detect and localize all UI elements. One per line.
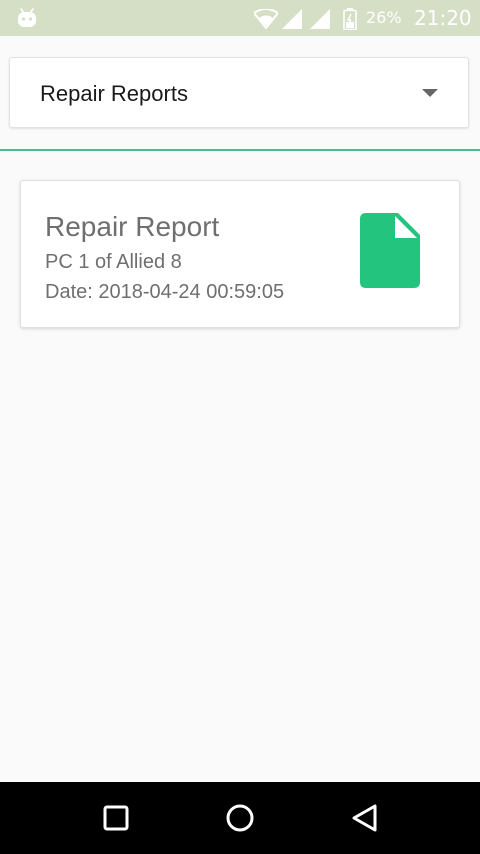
back-button[interactable]: [346, 799, 384, 837]
accent-divider: [0, 149, 480, 151]
signal-icon: [310, 9, 330, 29]
battery-percent: 26%: [366, 8, 402, 27]
home-button[interactable]: [221, 799, 259, 837]
spinner-selected-value: Repair Reports: [40, 81, 188, 106]
status-bar-clock: 21:20: [414, 6, 472, 30]
navigation-bar: [0, 782, 480, 854]
card-title: Repair Report: [45, 211, 220, 242]
report-type-spinner[interactable]: Repair Reports: [9, 57, 469, 128]
android-icon: [18, 8, 36, 27]
dropdown-arrow-icon: [422, 89, 438, 97]
status-bar: 26% 21:20: [0, 0, 480, 36]
battery-icon: [343, 8, 357, 30]
document-icon: [360, 213, 420, 288]
signal-icon: [282, 9, 302, 29]
repair-report-card[interactable]: Repair Report PC 1 of Allied 8 Date: 201…: [20, 180, 460, 328]
card-subtitle: PC 1 of Allied 8: [45, 251, 182, 273]
recents-button[interactable]: [97, 799, 135, 837]
card-date: Date: 2018-04-24 00:59:05: [45, 281, 285, 303]
wifi-icon: [254, 9, 278, 29]
